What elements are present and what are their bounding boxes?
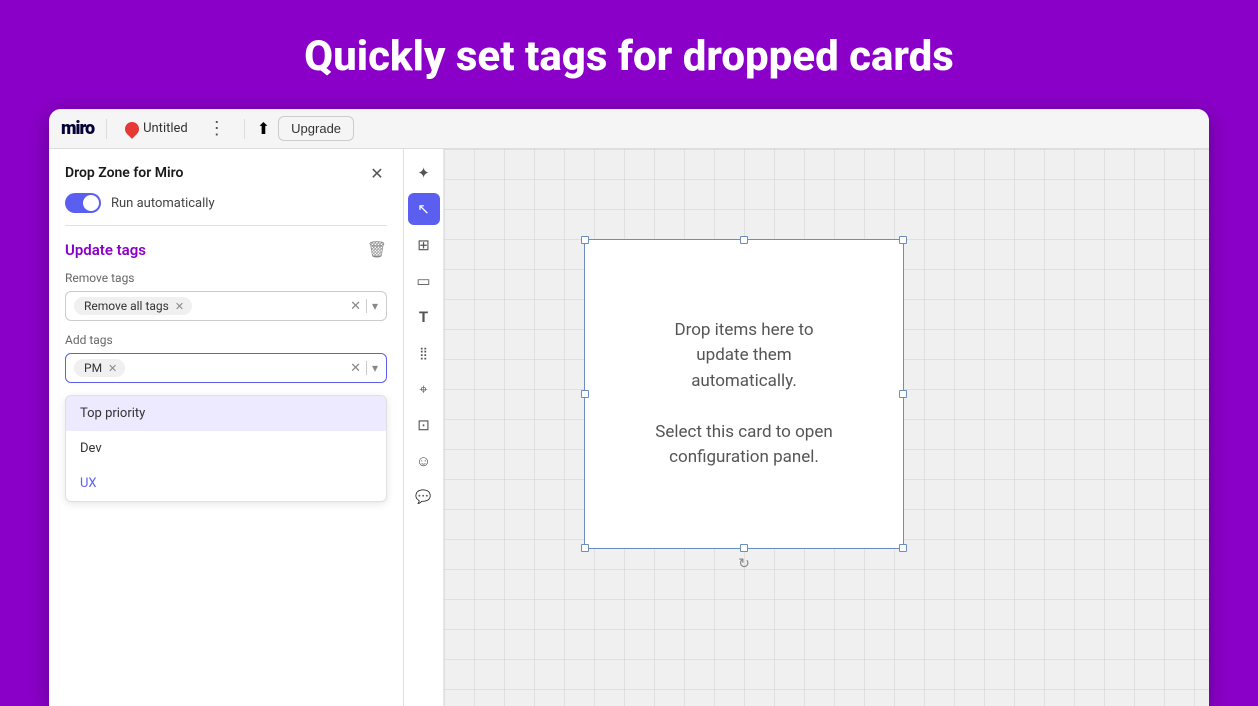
clear-icon[interactable]: ✕ [350,299,361,314]
tool-crop[interactable]: ⊡ [408,409,440,441]
handle-bottom-right [899,544,907,552]
left-panel: Drop Zone for Miro ✕ Run automatically U… [49,149,404,706]
chevron-down-icon2[interactable]: ▾ [372,361,378,375]
section-title: Update tags [65,241,146,259]
panel-header: Drop Zone for Miro ✕ [49,149,403,193]
rotate-handle[interactable]: ↻ [736,556,752,572]
run-automatically-toggle[interactable] [65,193,101,213]
pm-chip: PM ✕ [74,359,125,377]
tool-select[interactable]: ↖ [408,193,440,225]
remove-all-chip: Remove all tags ✕ [74,297,192,315]
tool-apps[interactable]: ⣿ [408,337,440,369]
control-divider2 [366,361,367,375]
add-tags-group: Add tags PM ✕ ✕ ▾ [49,333,403,395]
handle-top-right [899,236,907,244]
add-tags-label: Add tags [65,333,387,347]
tool-emoji[interactable]: ☺ [408,445,440,477]
app-body: Drop Zone for Miro ✕ Run automatically U… [49,149,1209,706]
tool-anchor[interactable]: ⌖ [408,373,440,405]
panel-title: Drop Zone for Miro [65,165,183,181]
upgrade-button[interactable]: Upgrade [278,116,354,141]
chip-label: Remove all tags [84,299,169,313]
toolbar-divider [106,119,107,139]
tag-dropdown: Top priority Dev UX [65,395,387,502]
panel-divider [65,225,387,226]
handle-mid-left [581,390,589,398]
control-divider [366,299,367,313]
toggle-row: Run automatically [49,193,403,225]
remove-tags-label: Remove tags [65,271,387,285]
tool-frame[interactable]: ⊞ [408,229,440,261]
toolbar-divider2 [244,119,245,139]
add-tags-input[interactable]: PM ✕ ✕ ▾ [65,353,387,383]
more-options-icon[interactable]: ⋮ [202,116,232,141]
tool-shape[interactable]: ▭ [408,265,440,297]
hero-title: Quickly set tags for dropped cards [284,0,974,109]
trash-icon[interactable]: 🗑 [367,240,387,259]
handle-top-mid [740,236,748,244]
dropdown-item-top-priority[interactable]: Top priority [66,396,386,431]
clear-icon2[interactable]: ✕ [350,361,361,376]
handle-top-left [581,236,589,244]
pin-icon [122,119,142,139]
canvas-area[interactable]: Drop items here toupdate themautomatical… [444,149,1209,706]
handle-bottom-mid [740,544,748,552]
input-controls: ✕ ▾ [350,299,378,314]
pm-chip-remove-icon[interactable]: ✕ [108,362,117,375]
input-controls2: ✕ ▾ [350,361,378,376]
drop-zone-card[interactable]: Drop items here toupdate themautomatical… [584,239,904,549]
section-header: Update tags 🗑 [49,240,403,271]
dropdown-item-ux[interactable]: UX [66,466,386,501]
pm-chip-label: PM [84,361,102,375]
tool-text[interactable]: T [408,301,440,333]
handle-bottom-left [581,544,589,552]
remove-tags-group: Remove tags Remove all tags ✕ ✕ ▾ [49,271,403,333]
remove-tags-input[interactable]: Remove all tags ✕ ✕ ▾ [65,291,387,321]
sidebar-toolbar: ✦ ↖ ⊞ ▭ T ⣿ ⌖ ⊡ ☺ 💬 [404,149,444,706]
upload-icon[interactable]: ⬆ [257,119,270,138]
browser-toolbar: miro Untitled ⋮ ⬆ Upgrade [49,109,1209,149]
close-button[interactable]: ✕ [367,163,387,183]
miro-logo: miro [61,118,94,139]
dropdown-item-dev[interactable]: Dev [66,431,386,466]
chip-remove-icon[interactable]: ✕ [175,300,184,313]
tool-comment[interactable]: 💬 [408,481,440,513]
tool-move[interactable]: ✦ [408,157,440,189]
browser-window: miro Untitled ⋮ ⬆ Upgrade Drop Zone for … [49,109,1209,706]
chevron-down-icon[interactable]: ▾ [372,299,378,313]
card-text: Drop items here toupdate themautomatical… [655,318,833,471]
toggle-label: Run automatically [111,196,215,211]
handle-mid-right [899,390,907,398]
toolbar-title: Untitled [143,121,188,136]
toolbar-pin-item[interactable]: Untitled [119,118,194,139]
